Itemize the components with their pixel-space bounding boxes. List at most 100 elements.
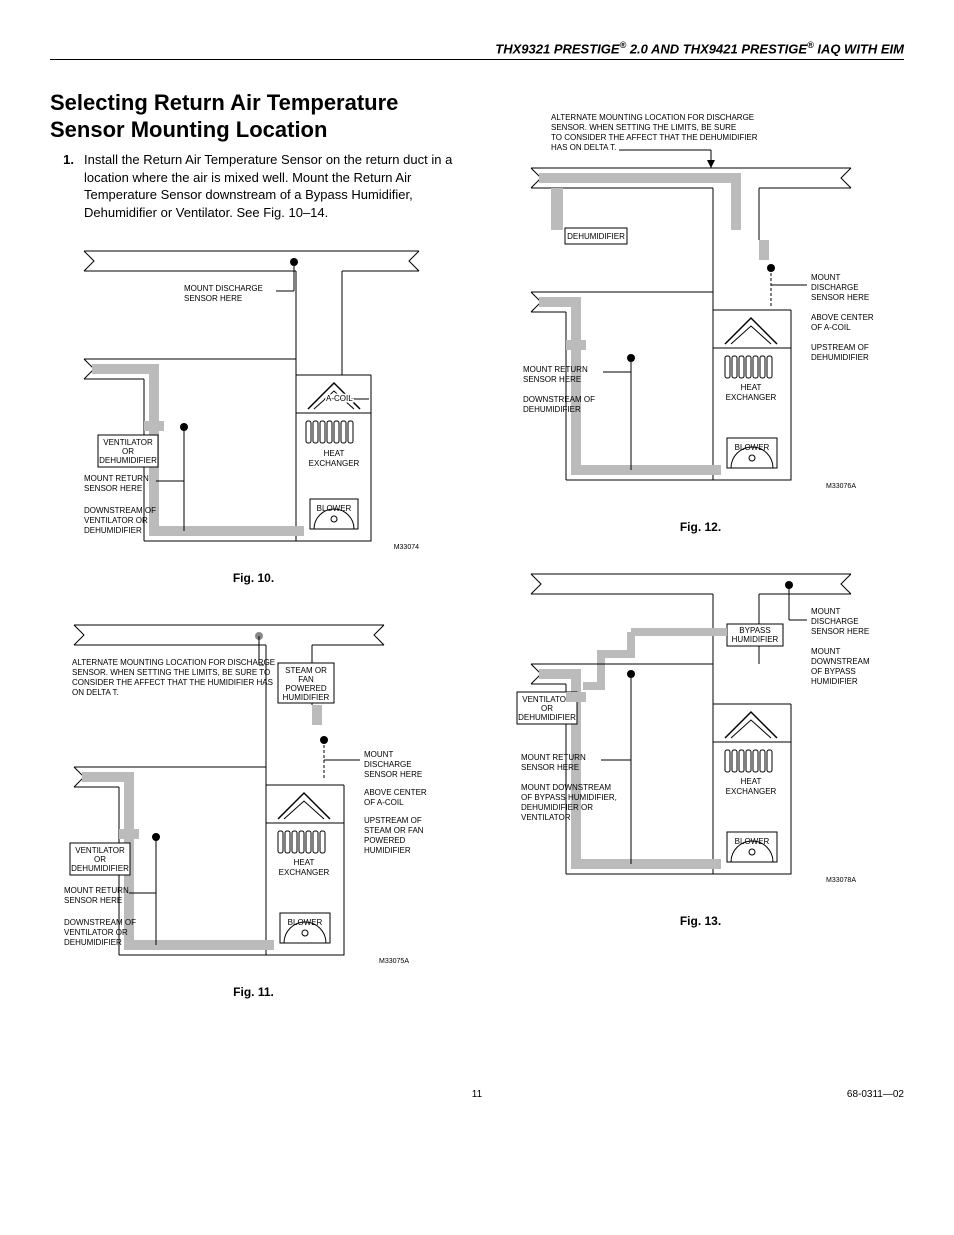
- fig12-caption: Fig. 12.: [497, 520, 904, 534]
- fig13-md3: SENSOR HERE: [811, 627, 869, 636]
- page-footer: 11 68-0311—02: [50, 1089, 904, 1100]
- left-column: Selecting Return Air Temperature Sensor …: [50, 90, 457, 1029]
- fig10-v1: VENTILATOR: [103, 438, 153, 447]
- fig11-up2: STEAM OR FAN: [364, 826, 424, 835]
- fig13-svg: MOUNT DISCHARGE SENSOR HERE MOUNT DOWNST…: [511, 564, 891, 904]
- fig10-svg: MOUNT DISCHARGE SENSOR HERE A-COIL: [74, 241, 434, 561]
- fig11-he1: HEAT: [293, 858, 314, 867]
- fig12-a3: TO CONSIDER THE AFFECT THAT THE DEHUMIDI…: [551, 133, 758, 142]
- fig12-he2: EXCHANGER: [725, 393, 776, 402]
- fig10-code: M33074: [393, 544, 418, 551]
- fig11-ds2: VENTILATOR OR: [64, 928, 128, 937]
- fig12-up1: UPSTREAM OF: [811, 343, 869, 352]
- fig13-ds4: VENTILATOR: [521, 813, 571, 822]
- fig11-up4: HUMIDIFIER: [364, 846, 411, 855]
- fig13-mr2: SENSOR HERE: [521, 763, 579, 772]
- fig11-a4: ON DELTA T.: [72, 688, 119, 697]
- fig12-mr2: SENSOR HERE: [523, 375, 581, 384]
- fig13-v1: VENTILATOR: [522, 695, 572, 704]
- fig11-v1: VENTILATOR: [75, 846, 125, 855]
- fig12-md3: SENSOR HERE: [811, 293, 869, 302]
- fig11-ac1: ABOVE CENTER: [364, 788, 427, 797]
- fig12-md2: DISCHARGE: [811, 283, 859, 292]
- fig13-v3: DEHUMIDIFIER: [518, 713, 576, 722]
- fig10-v3: DEHUMIDIFIER: [99, 456, 157, 465]
- fig12-code: M33076A: [826, 483, 856, 490]
- fig12-md1: MOUNT: [811, 273, 840, 282]
- page-header: THX9321 PRESTIGE ® 2.0 AND THX9421 PRESTI…: [50, 40, 904, 60]
- figure-10: MOUNT DISCHARGE SENSOR HERE A-COIL: [50, 241, 457, 585]
- fig11-code: M33075A: [379, 958, 409, 965]
- fig13-code: M33078A: [826, 877, 856, 884]
- header-mid: 2.0 AND THX9421 PRESTIGE: [626, 41, 807, 56]
- list-number: 1.: [50, 151, 84, 221]
- fig12-svg: ALTERNATE MOUNTING LOCATION FOR DISCHARG…: [511, 110, 891, 510]
- right-column: ALTERNATE MOUNTING LOCATION FOR DISCHARG…: [497, 90, 904, 1029]
- fig11-up3: POWERED: [364, 836, 406, 845]
- fig10-caption: Fig. 10.: [50, 571, 457, 585]
- fig11-md2: DISCHARGE: [364, 760, 412, 769]
- fig13-md2: DISCHARGE: [811, 617, 859, 626]
- fig11-v2: OR: [94, 855, 106, 864]
- fig11-md1: MOUNT: [364, 750, 393, 759]
- fig13-md1: MOUNT: [811, 607, 840, 616]
- fig12-mr1: MOUNT RETURN: [523, 365, 588, 374]
- fig10-mr2: SENSOR HERE: [84, 484, 142, 493]
- header-right: IAQ WITH EIM: [814, 41, 904, 56]
- fig13-he2: EXCHANGER: [725, 787, 776, 796]
- fig11-s4: HUMIDIFIER: [282, 693, 329, 702]
- fig12-a4: HAS ON DELTA T.: [551, 143, 616, 152]
- fig11-mr1: MOUNT RETURN: [64, 886, 129, 895]
- fig13-he1: HEAT: [740, 777, 761, 786]
- fig11-a1: ALTERNATE MOUNTING LOCATION FOR DISCHARG…: [72, 658, 275, 667]
- figure-12: ALTERNATE MOUNTING LOCATION FOR DISCHARG…: [497, 110, 904, 534]
- main-columns: Selecting Return Air Temperature Sensor …: [50, 90, 904, 1029]
- fig13-v2: OR: [541, 704, 553, 713]
- fig12-dehum: DEHUMIDIFIER: [567, 232, 625, 241]
- fig12-ds2: DEHUMIDIFIER: [523, 405, 581, 414]
- fig13-caption: Fig. 13.: [497, 914, 904, 928]
- fig10-he1: HEAT: [323, 449, 344, 458]
- fig12-up2: DEHUMIDIFIER: [811, 353, 869, 362]
- fig11-ds1: DOWNSTREAM OF: [64, 918, 136, 927]
- list-text: Install the Return Air Temperature Senso…: [84, 151, 457, 221]
- fig10-acoil: A-COIL: [326, 394, 353, 403]
- doc-number: 68-0311—02: [804, 1089, 904, 1100]
- reg-mark-2: ®: [807, 40, 814, 50]
- fig13-ds3: DEHUMIDIFIER OR: [521, 803, 593, 812]
- section-title: Selecting Return Air Temperature Sensor …: [50, 90, 457, 143]
- fig13-by1: BYPASS: [739, 626, 770, 635]
- fig11-md3: SENSOR HERE: [364, 770, 422, 779]
- fig13-ds2: OF BYPASS HUMIDIFIER,: [521, 793, 617, 802]
- fig11-s3: POWERED: [285, 684, 327, 693]
- fig13-mdn1: MOUNT: [811, 647, 840, 656]
- fig11-caption: Fig. 11.: [50, 985, 457, 999]
- fig10-he2: EXCHANGER: [308, 459, 359, 468]
- fig12-ac2: OF A-COIL: [811, 323, 851, 332]
- fig10-v2: OR: [122, 447, 134, 456]
- fig11-up1: UPSTREAM OF: [364, 816, 422, 825]
- fig11-ds3: DEHUMIDIFIER: [64, 938, 122, 947]
- header-left: THX9321 PRESTIGE: [495, 41, 619, 56]
- fig11-a2: SENSOR. WHEN SETTING THE LIMITS, BE SURE…: [72, 668, 270, 677]
- fig11-ac2: OF A-COIL: [364, 798, 404, 807]
- fig10-ds1: DOWNSTREAM OF: [84, 506, 156, 515]
- fig13-mdn3: OF BYPASS: [811, 667, 856, 676]
- fig13-mdn4: HUMIDIFIER: [811, 677, 858, 686]
- fig13-blower: BLOWER: [734, 837, 769, 846]
- fig10-ds2: VENTILATOR OR: [84, 516, 148, 525]
- figure-11: ALTERNATE MOUNTING LOCATION FOR DISCHARG…: [50, 615, 457, 999]
- fig10-blower: BLOWER: [316, 504, 351, 513]
- fig11-svg: ALTERNATE MOUNTING LOCATION FOR DISCHARG…: [64, 615, 444, 975]
- fig13-mdn2: DOWNSTREAM: [811, 657, 870, 666]
- figure-13: MOUNT DISCHARGE SENSOR HERE MOUNT DOWNST…: [497, 564, 904, 928]
- fig12-blower: BLOWER: [734, 443, 769, 452]
- fig12-ds1: DOWNSTREAM OF: [523, 395, 595, 404]
- fig11-he2: EXCHANGER: [278, 868, 329, 877]
- fig10-ds3: DEHUMIDIFIER: [84, 526, 142, 535]
- fig12-ac1: ABOVE CENTER: [811, 313, 874, 322]
- fig11-blower: BLOWER: [287, 918, 322, 927]
- fig11-s1: STEAM OR: [285, 666, 327, 675]
- fig13-ds1: MOUNT DOWNSTREAM: [521, 783, 611, 792]
- fig13-by2: HUMIDIFIER: [731, 635, 778, 644]
